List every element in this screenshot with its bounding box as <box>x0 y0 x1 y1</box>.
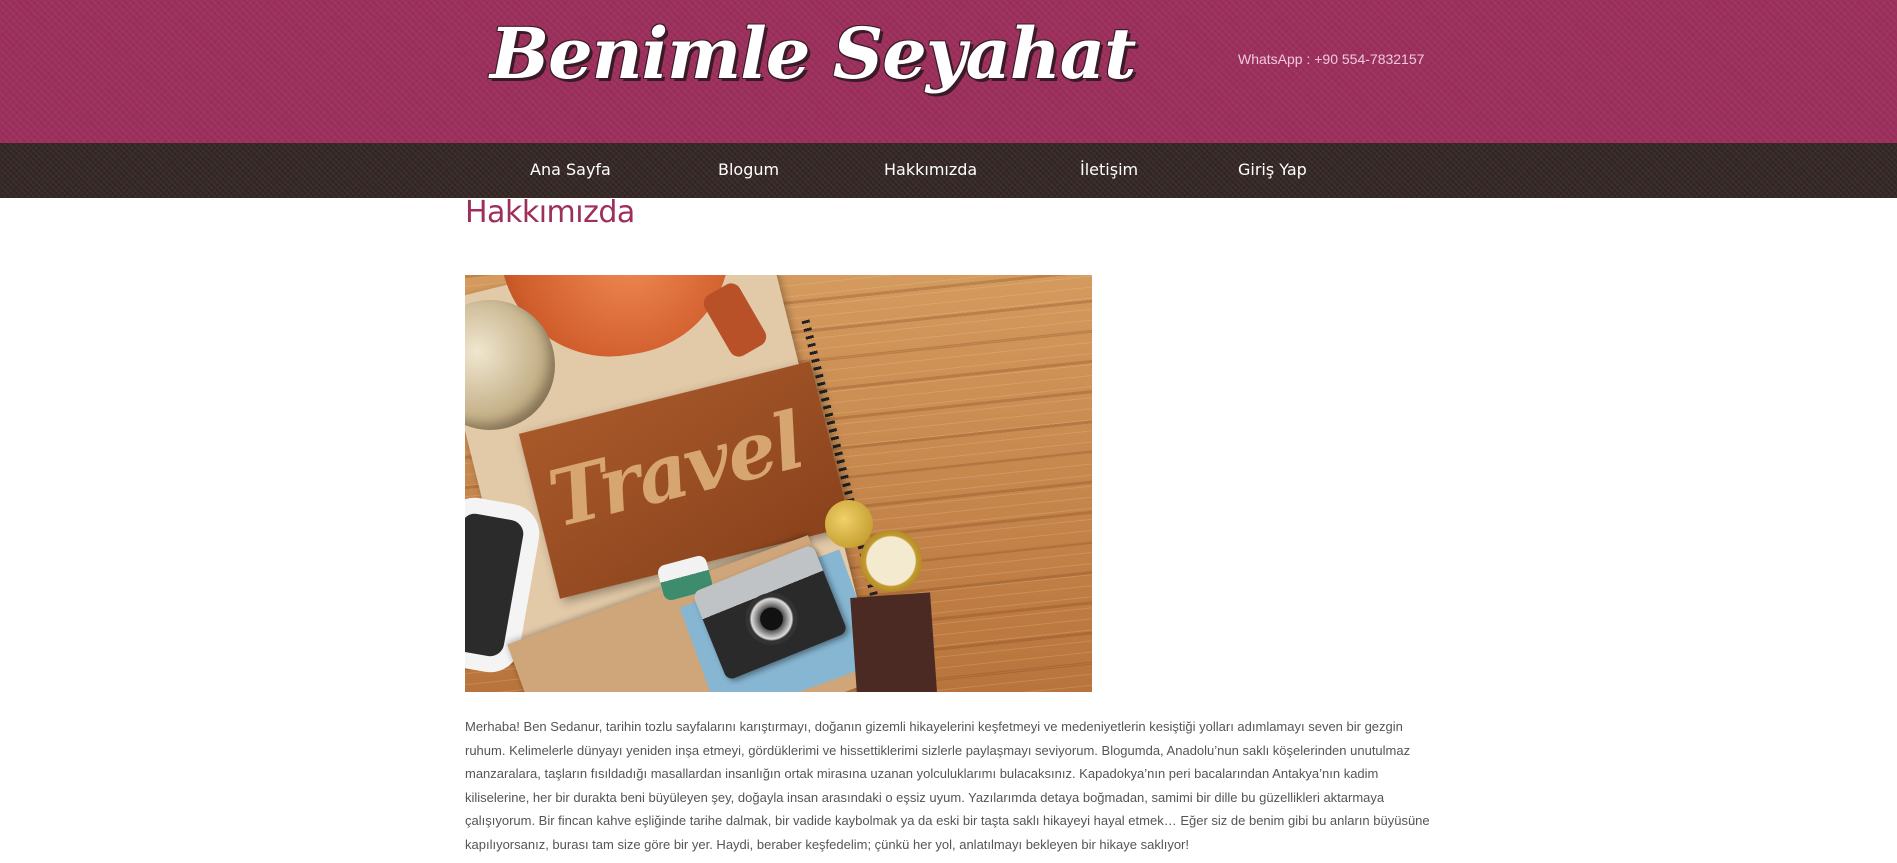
page-title: Hakkımızda <box>465 195 635 230</box>
travel-sign-word: Travel <box>540 395 812 546</box>
nav-item-giris-yap[interactable]: Giriş Yap <box>1238 160 1307 179</box>
site-header: Benimle Seyahat WhatsApp : +90 554-78321… <box>0 0 1897 143</box>
passport-shape <box>850 592 940 692</box>
nav-item-hakkimizda[interactable]: Hakkımızda <box>884 160 977 179</box>
about-paragraph: Merhaba! Ben Sedanur, tarihin tozlu sayf… <box>465 719 1430 852</box>
main-nav: Ana Sayfa Blogum Hakkımızda İletişim Gir… <box>0 143 1897 198</box>
travel-hero-image: Travel <box>465 275 1092 692</box>
nav-item-iletisim[interactable]: İletişim <box>1080 160 1138 179</box>
nav-item-blogum[interactable]: Blogum <box>718 160 779 179</box>
camera-lens <box>737 585 806 653</box>
site-logo[interactable]: Benimle Seyahat <box>490 12 1136 95</box>
whatsapp-contact: WhatsApp : +90 554-7832157 <box>1238 51 1425 67</box>
compass-shape <box>860 530 922 592</box>
nav-item-ana-sayfa[interactable]: Ana Sayfa <box>530 160 611 179</box>
main-content: Hakkımızda Travel Merhaba! Ben Sedanur, … <box>465 195 1435 852</box>
